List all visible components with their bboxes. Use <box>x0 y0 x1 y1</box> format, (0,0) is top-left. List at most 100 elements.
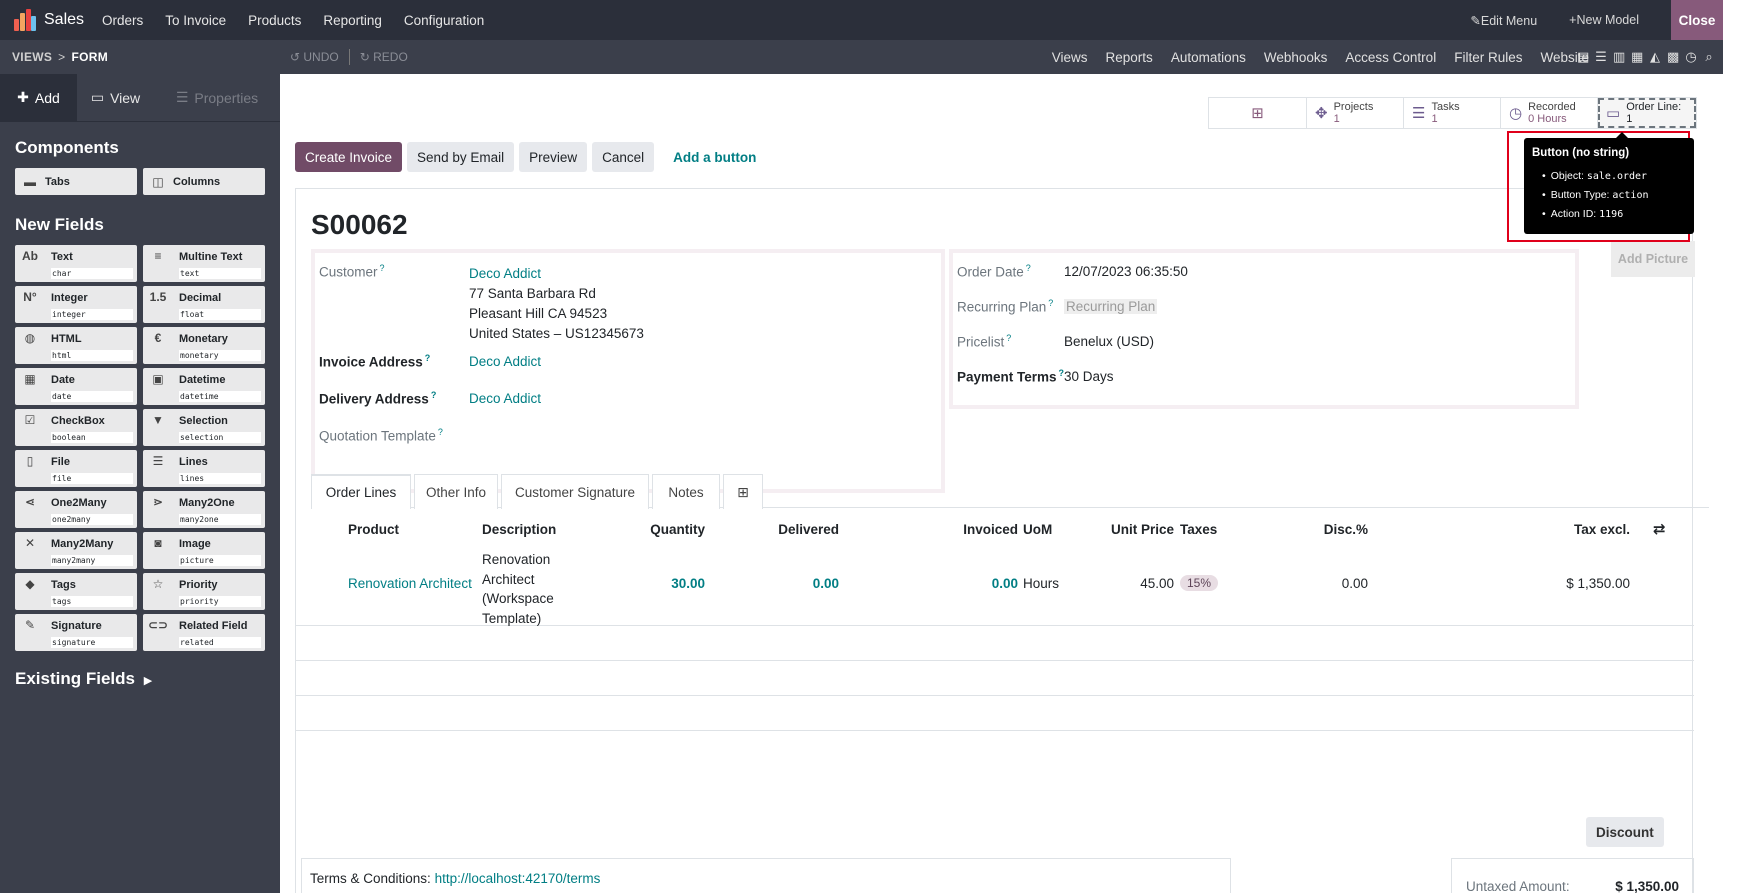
send-by-email-button[interactable]: Send by Email <box>407 142 515 172</box>
field-monetary[interactable]: € Monetary monetary <box>143 327 265 364</box>
studio-link-views[interactable]: Views <box>1052 50 1088 65</box>
add-tab-button[interactable]: ⊞ <box>723 474 763 509</box>
tab-customer-signature[interactable]: Customer Signature <box>501 474 649 509</box>
create-invoice-button[interactable]: Create Invoice <box>295 142 403 172</box>
tab-add[interactable]: ✚ Add <box>0 74 77 121</box>
line-invoiced[interactable]: 0.00 <box>992 576 1018 591</box>
activity-view-icon[interactable]: ◷ <box>1685 49 1697 65</box>
sales-app-icon[interactable] <box>14 9 36 31</box>
tab-properties[interactable]: ☰ Properties <box>154 74 280 121</box>
column-quantity[interactable]: Quantity <box>650 522 705 537</box>
field-float[interactable]: 1.5 Decimal float <box>143 286 265 323</box>
column-description[interactable]: Description <box>482 522 556 537</box>
tab-notes[interactable]: Notes <box>652 474 720 509</box>
studio-link-reports[interactable]: Reports <box>1106 50 1153 65</box>
menu-configuration[interactable]: Configuration <box>404 13 484 28</box>
edit-menu-button[interactable]: ✎Edit Menu <box>1470 13 1537 28</box>
order-reference-title[interactable]: S00062 <box>311 209 408 241</box>
field-one2many[interactable]: ⋖ One2Many one2many <box>15 491 137 528</box>
column-taxes[interactable]: Taxes <box>1180 522 1217 537</box>
field-selection[interactable]: ▼ Selection selection <box>143 409 265 446</box>
menu-products[interactable]: Products <box>248 13 301 28</box>
kanban-view-icon[interactable]: ▥ <box>1613 49 1625 65</box>
preview-button[interactable]: Preview <box>519 142 588 172</box>
discount-button[interactable]: Discount <box>1586 817 1664 847</box>
field-file[interactable]: ▯ File file <box>15 450 137 487</box>
smart-button-projects[interactable]: ✥ Projects 1 <box>1307 98 1404 128</box>
field-lines[interactable]: ☰ Lines lines <box>143 450 265 487</box>
payment-terms-field[interactable]: 30 Days <box>1064 369 1114 384</box>
pricelist-field[interactable]: Benelux (USD) <box>1064 334 1154 349</box>
line-uom[interactable]: Hours <box>1023 576 1059 591</box>
column-invoiced[interactable]: Invoiced <box>963 522 1018 537</box>
existing-fields-toggle[interactable]: Existing Fields ▶ <box>15 669 280 689</box>
undo-button[interactable]: ↺ UNDO <box>290 50 339 64</box>
tab-order-lines[interactable]: Order Lines <box>311 474 411 509</box>
menu-orders[interactable]: Orders <box>102 13 143 28</box>
column-unit-price[interactable]: Unit Price <box>1111 522 1174 537</box>
redo-button[interactable]: ↻ REDO <box>360 50 408 64</box>
menu-reporting[interactable]: Reporting <box>323 13 382 28</box>
field-tags[interactable]: ◆ Tags tags <box>15 573 137 610</box>
studio-link-filter-rules[interactable]: Filter Rules <box>1454 50 1522 65</box>
studio-link-webhooks[interactable]: Webhooks <box>1264 50 1328 65</box>
recurring-plan-field[interactable]: Recurring Plan <box>1064 299 1158 314</box>
calendar-view-icon[interactable]: ▦ <box>1631 49 1643 65</box>
tab-other-info[interactable]: Other Info <box>414 474 498 509</box>
invoice-address-field[interactable]: Deco Addict <box>469 354 541 369</box>
component-tabs[interactable]: ▬ Tabs <box>15 168 137 195</box>
field-many2many[interactable]: ✕ Many2Many many2many <box>15 532 137 569</box>
line-product[interactable]: Renovation Architect <box>348 576 472 591</box>
list-view-icon[interactable]: ☰ <box>1595 49 1607 65</box>
field-datetime[interactable]: ▣ Datetime datetime <box>143 368 265 405</box>
add-smart-button[interactable]: ⊞ <box>1209 98 1307 128</box>
line-unit-price[interactable]: 45.00 <box>1140 576 1174 591</box>
smart-button-recorded-hours[interactable]: ◷ Recorded 0 Hours <box>1501 98 1598 128</box>
customer-group[interactable]: Customer? Deco Addict 77 Santa Barbara R… <box>311 249 945 493</box>
line-tax-badge[interactable]: 15% <box>1180 575 1219 591</box>
field-text[interactable]: ≡ Multine Text text <box>143 245 265 282</box>
field-date[interactable]: ▦ Date date <box>15 368 137 405</box>
close-studio-button[interactable]: Close <box>1671 0 1723 40</box>
line-discount[interactable]: 0.00 <box>1342 576 1368 591</box>
field-related[interactable]: ⊂⊃ Related Field related <box>143 614 265 651</box>
order-date-field[interactable]: 12/07/2023 06:35:50 <box>1064 264 1188 279</box>
column-discount[interactable]: Disc.% <box>1324 522 1368 537</box>
form-view-icon[interactable]: ▤ <box>1577 49 1589 65</box>
field-boolean[interactable]: ☑ CheckBox boolean <box>15 409 137 446</box>
terms-link[interactable]: http://localhost:42170/terms <box>435 871 601 886</box>
column-uom[interactable]: UoM <box>1023 522 1052 537</box>
field-integer[interactable]: N° Integer integer <box>15 286 137 323</box>
column-delivered[interactable]: Delivered <box>778 522 839 537</box>
field-many2one[interactable]: ⋗ Many2One many2one <box>143 491 265 528</box>
search-view-icon[interactable]: ⌕ <box>1703 49 1715 65</box>
pivot-view-icon[interactable]: ▩ <box>1667 49 1679 65</box>
customer-field[interactable]: Deco Addict 77 Santa Barbara Rd Pleasant… <box>469 264 644 344</box>
studio-link-access-control[interactable]: Access Control <box>1345 50 1436 65</box>
breadcrumb-views[interactable]: VIEWS <box>12 50 52 64</box>
cancel-button[interactable]: Cancel <box>592 142 655 172</box>
component-columns[interactable]: ◫ Columns <box>143 168 265 195</box>
field-picture[interactable]: ◙ Image picture <box>143 532 265 569</box>
line-delivered[interactable]: 0.00 <box>813 576 839 591</box>
column-product[interactable]: Product <box>348 522 399 537</box>
customer-name[interactable]: Deco Addict <box>469 264 644 284</box>
table-row[interactable]: Renovation Architect Renovation Architec… <box>296 544 1694 626</box>
field-html[interactable]: ◍ HTML html <box>15 327 137 364</box>
column-settings-icon[interactable]: ⇄ <box>1653 520 1666 538</box>
field-priority[interactable]: ☆ Priority priority <box>143 573 265 610</box>
tab-view[interactable]: ▭ View <box>77 74 154 121</box>
studio-link-automations[interactable]: Automations <box>1171 50 1246 65</box>
add-picture-button[interactable]: Add Picture <box>1611 241 1695 277</box>
smart-button-order-line[interactable]: ▭ Order Line: 1 <box>1598 98 1696 128</box>
field-signature[interactable]: ✎ Signature signature <box>15 614 137 651</box>
new-model-button[interactable]: +New Model <box>1569 13 1639 27</box>
order-info-group[interactable]: Order Date? 12/07/2023 06:35:50 Recurrin… <box>949 249 1579 409</box>
line-description[interactable]: Renovation Architect (Workspace Template… <box>482 550 554 628</box>
line-quantity[interactable]: 30.00 <box>671 576 705 591</box>
app-name[interactable]: Sales <box>44 11 84 29</box>
delivery-address-field[interactable]: Deco Addict <box>469 391 541 406</box>
column-tax-excl[interactable]: Tax excl. <box>1574 522 1630 537</box>
field-char[interactable]: Ab Text char <box>15 245 137 282</box>
menu-to-invoice[interactable]: To Invoice <box>165 13 226 28</box>
